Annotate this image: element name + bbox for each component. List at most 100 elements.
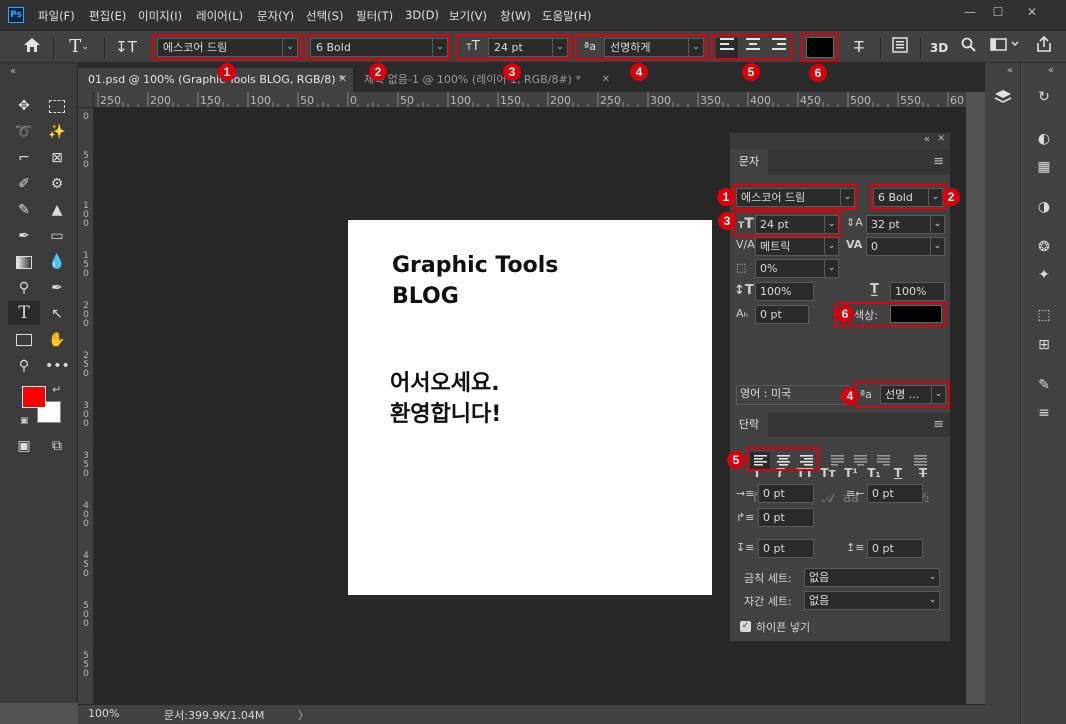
horizontal-scale-input[interactable]: 100% [890, 282, 945, 301]
close-icon[interactable]: ✕ [602, 68, 610, 92]
canvas-text-line-4[interactable]: 환영합니다! [390, 396, 501, 428]
panel-menu-icon[interactable]: ≡ [933, 417, 944, 432]
screen-mode-icon[interactable]: ⧉ [45, 435, 69, 457]
zoom-tool-icon[interactable]: ⚲ [12, 355, 36, 377]
minimize-button[interactable]: — [957, 3, 983, 21]
dodge-tool-icon[interactable]: ⚲ [12, 277, 36, 299]
rectangle-tool-icon[interactable] [12, 329, 36, 351]
marquee-tool-icon[interactable] [45, 95, 69, 117]
type-tool-icon[interactable]: T [8, 301, 40, 325]
mojikumi-select[interactable]: 없음 ⌄ [804, 591, 940, 610]
space-before-input[interactable]: 0 pt [758, 539, 814, 558]
libraries-icon[interactable]: ⬚ [1032, 307, 1056, 323]
tab-paragraph[interactable]: 단락 [730, 413, 768, 437]
menu-edit[interactable]: 편집(E) [89, 8, 126, 24]
ruler-origin[interactable] [78, 92, 94, 108]
magic-wand-icon[interactable]: ✨ [45, 121, 69, 143]
collapse-icon[interactable]: « [924, 134, 930, 145]
menu-view[interactable]: 보기(V) [449, 8, 487, 24]
menu-filter[interactable]: 필터(T) [356, 8, 393, 24]
more-tools-icon[interactable]: ••• [45, 355, 70, 377]
eyedropper-icon[interactable]: ✐ [12, 173, 36, 195]
brush-tool-icon[interactable]: ✎ [12, 199, 36, 221]
maximize-button[interactable]: ☐ [985, 3, 1011, 21]
pen-tool-icon[interactable]: ✒ [45, 277, 69, 299]
type-tool-preset-icon[interactable]: T⌄ [64, 35, 94, 59]
justify-last-left-button[interactable] [831, 455, 844, 469]
paths-icon[interactable]: ✦ [1032, 267, 1056, 283]
menu-file[interactable]: 파일(F) [38, 8, 75, 24]
justify-all-button[interactable] [914, 455, 927, 469]
menu-image[interactable]: 이미지(I) [138, 8, 182, 24]
status-menu-arrow[interactable]: 〉 [298, 707, 309, 723]
history-brush-icon[interactable]: ✒ [12, 225, 36, 247]
properties-icon[interactable]: ⊞ [1032, 337, 1056, 353]
brushes-icon[interactable]: ✎ [1032, 377, 1056, 393]
tab-untitled-1[interactable]: 제목 없음-1 @ 100% (레이어 1, RGB/8#) * ✕ [354, 68, 616, 92]
adjustments-icon[interactable]: ◑ [1032, 199, 1056, 215]
zoom-level[interactable]: 100% [88, 707, 119, 720]
collapse-icon[interactable]: « [1007, 65, 1013, 76]
lasso-tool-icon[interactable]: ➰ [12, 121, 36, 143]
stylistic-alternates-button[interactable]: 𝒜 [819, 491, 837, 509]
tracking-select[interactable]: 0 ⌄ [866, 237, 945, 256]
justify-last-right-button[interactable] [877, 455, 890, 469]
close-icon[interactable]: ✕ [339, 68, 347, 92]
canvas-text-line-3[interactable]: 어서오세요. [390, 365, 500, 397]
hand-tool-icon[interactable]: ✋ [45, 329, 69, 351]
3d-icon[interactable]: 3D [928, 39, 950, 57]
path-selection-icon[interactable]: ↖ [45, 303, 69, 325]
menu-select[interactable]: 선택(S) [306, 8, 343, 24]
menu-3d[interactable]: 3D(D) [405, 8, 439, 22]
close-icon[interactable]: ✕ [937, 134, 945, 144]
channels-icon[interactable]: ❂ [1032, 239, 1056, 255]
kerning-select[interactable]: 메트릭 ⌄ [755, 237, 839, 256]
space-after-input[interactable]: 0 pt [867, 539, 923, 558]
toggle-text-orientation-icon[interactable]: ↧T [114, 36, 138, 58]
tsume-select[interactable]: 0% ⌄ [755, 259, 839, 278]
move-tool-icon[interactable]: ✥ [12, 95, 36, 117]
collapse-icon[interactable]: « [10, 66, 16, 77]
baseline-shift-input[interactable]: 0 pt [755, 305, 809, 324]
search-icon[interactable] [958, 37, 978, 57]
gradient-tool-icon[interactable] [12, 251, 36, 273]
quick-mask-icon[interactable]: ▣ [12, 435, 36, 457]
panel-menu-icon[interactable]: ≡ [933, 154, 944, 169]
char-para-panel-toggle-icon[interactable] [889, 37, 911, 59]
indent-right-input[interactable]: 0 pt [867, 484, 923, 503]
leading-select[interactable]: 32 pt ⌄ [866, 215, 945, 234]
frame-tool-icon[interactable]: ⊠ [45, 147, 69, 169]
workspace-icon[interactable] [988, 37, 1022, 57]
layers-icon[interactable] [991, 89, 1015, 109]
warp-text-icon[interactable]: Т̶ [848, 36, 870, 58]
tab-character[interactable]: 문자 [730, 149, 768, 175]
hyphenate-checkbox[interactable]: ✓ [740, 621, 751, 632]
share-icon[interactable] [1033, 35, 1055, 58]
vertical-scale-input[interactable]: 100% [755, 282, 814, 301]
brush-settings-icon[interactable]: ≡ [1032, 405, 1056, 421]
canvas-text-line-1[interactable]: Graphic Tools [392, 253, 558, 278]
default-colors-icon[interactable]: ▣ [20, 416, 29, 426]
indent-left-input[interactable]: 0 pt [758, 484, 814, 503]
underline-button[interactable]: T [889, 466, 907, 482]
swap-colors-icon[interactable]: ↵ [52, 383, 61, 396]
swatches-icon[interactable]: ▦ [1032, 159, 1056, 175]
menu-layer[interactable]: 레이어(L) [196, 8, 243, 24]
color-icon[interactable]: ◐ [1032, 131, 1056, 147]
blur-tool-icon[interactable]: 💧 [45, 251, 69, 273]
menu-help[interactable]: 도움말(H) [542, 8, 591, 24]
document-canvas[interactable]: Graphic Tools BLOG 어서오세요. 환영합니다! [348, 220, 712, 595]
kinsoku-select[interactable]: 없음 ⌄ [804, 568, 940, 587]
close-window-button[interactable]: ✕ [1019, 3, 1045, 21]
menu-type[interactable]: 문자(Y) [257, 8, 294, 24]
indent-first-line-input[interactable]: 0 pt [758, 508, 814, 527]
tab-01-psd[interactable]: 01.psd @ 100% (Graphic Tools BLOG, RGB/8… [78, 68, 353, 92]
spot-healing-icon[interactable]: ⚙ [45, 173, 69, 195]
justify-last-center-button[interactable] [854, 455, 867, 469]
home-icon[interactable] [20, 37, 44, 57]
stamp-tool-icon[interactable]: ▲ [45, 199, 69, 221]
history-icon[interactable]: ↻ [1032, 89, 1056, 105]
collapse-icon[interactable]: « [1048, 65, 1054, 76]
crop-tool-icon[interactable]: ⌐ [12, 147, 36, 169]
eraser-tool-icon[interactable]: ▭ [45, 225, 69, 247]
